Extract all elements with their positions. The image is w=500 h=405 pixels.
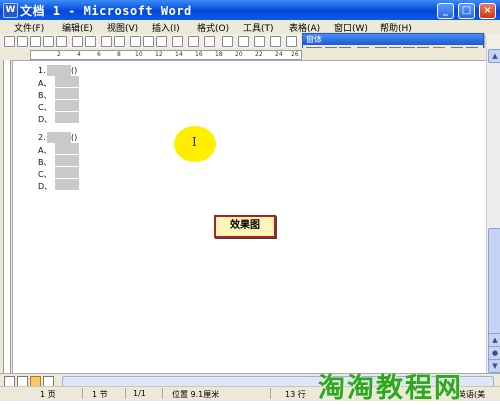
undo-icon[interactable] [188, 36, 199, 47]
option-d-field[interactable] [55, 179, 79, 190]
text-cursor-icon: I [192, 135, 197, 149]
effect-label: 效果图 [214, 215, 276, 238]
status-line: 13 行 [285, 390, 306, 399]
ruler-tick: 8 [117, 51, 121, 58]
status-separator [162, 388, 163, 399]
option-d-field[interactable] [55, 112, 79, 123]
ruler-tick: 20 [235, 51, 243, 58]
option-c-label: C、 [38, 103, 52, 112]
option-d-label: D、 [38, 182, 53, 191]
print-icon[interactable] [72, 36, 83, 47]
new-document-icon[interactable] [4, 36, 15, 47]
status-page-of: 1/1 [133, 389, 146, 398]
option-b-label: B、 [38, 158, 52, 167]
option-b-field[interactable] [55, 155, 79, 166]
option-d-label: D、 [38, 115, 53, 124]
insert-table-icon[interactable] [254, 36, 265, 47]
option-c-field[interactable] [55, 100, 79, 111]
menu-tools[interactable]: 工具(T) [243, 21, 274, 34]
paste-icon[interactable] [156, 36, 167, 47]
previous-page-button[interactable]: ▲ [488, 333, 500, 347]
question-2-number: 2. [38, 133, 46, 142]
option-a-field[interactable] [55, 76, 79, 87]
columns-icon[interactable] [270, 36, 281, 47]
menu-view[interactable]: 视图(V) [107, 21, 138, 34]
forms-toolbar-title[interactable]: 窗体 [303, 34, 483, 45]
vertical-scrollbar[interactable]: ▲ ▲ ● ▼ [486, 48, 500, 373]
question-1-number: 1. [38, 66, 46, 75]
ruler-tick: 26 [291, 51, 299, 58]
question-1-paren: () [71, 66, 78, 75]
window-title: 文档 1 - Microsoft Word [20, 4, 192, 18]
hyperlink-icon[interactable] [222, 36, 233, 47]
select-browse-object-button[interactable]: ● [488, 346, 500, 360]
research-icon[interactable] [114, 36, 125, 47]
option-c-field[interactable] [55, 167, 79, 178]
copy-icon[interactable] [143, 36, 154, 47]
status-separator [82, 388, 83, 399]
question-2-paren: () [71, 133, 78, 142]
maximize-button[interactable]: □ [458, 3, 475, 19]
cut-icon[interactable] [130, 36, 141, 47]
ruler-tick: 4 [77, 51, 81, 58]
option-c-label: C、 [38, 170, 52, 179]
vertical-ruler-track [3, 60, 11, 373]
save-icon[interactable] [30, 36, 41, 47]
minimize-button[interactable]: _ [437, 3, 454, 19]
menu-insert[interactable]: 插入(I) [152, 21, 180, 34]
site-watermark: 淘淘教程网 [318, 373, 463, 404]
ruler-tick: 22 [255, 51, 263, 58]
ruler-track[interactable]: 2 4 6 8 10 12 14 16 18 20 22 24 26 [30, 50, 302, 60]
question-1-answer-field[interactable] [47, 65, 71, 76]
spelling-icon[interactable] [101, 36, 112, 47]
redo-icon[interactable] [204, 36, 215, 47]
status-separator [270, 388, 271, 399]
question-2-answer-field[interactable] [47, 132, 71, 143]
horizontal-ruler[interactable]: 2 4 6 8 10 12 14 16 18 20 22 24 26 [0, 48, 500, 61]
drawing-icon[interactable] [286, 36, 297, 47]
print-preview-icon[interactable] [85, 36, 96, 47]
vertical-ruler[interactable] [0, 60, 13, 373]
menu-format[interactable]: 格式(O) [197, 21, 229, 34]
ruler-tick: 2 [57, 51, 61, 58]
open-icon[interactable] [17, 36, 28, 47]
ruler-tick: 10 [135, 51, 143, 58]
ruler-tick: 6 [97, 51, 101, 58]
option-a-label: A、 [38, 146, 52, 155]
cursor-highlight: I [174, 126, 216, 162]
option-b-field[interactable] [55, 88, 79, 99]
next-page-button[interactable]: ▼ [488, 359, 500, 373]
permission-icon[interactable] [43, 36, 54, 47]
ruler-tick: 12 [155, 51, 163, 58]
menu-edit[interactable]: 编辑(E) [62, 21, 93, 34]
email-icon[interactable] [56, 36, 67, 47]
status-page: 1 页 [40, 390, 56, 399]
word-icon[interactable]: W [3, 3, 18, 18]
tables-borders-icon[interactable] [238, 36, 249, 47]
format-painter-icon[interactable] [172, 36, 183, 47]
option-a-label: A、 [38, 79, 52, 88]
title-bar[interactable]: W 文档 1 - Microsoft Word _ □ × [0, 0, 500, 20]
option-a-field[interactable] [55, 143, 79, 154]
ruler-tick: 14 [175, 51, 183, 58]
status-section: 1 节 [92, 390, 108, 399]
status-position: 位置 9.1厘米 [172, 390, 220, 399]
menu-file[interactable]: 文件(F) [14, 21, 44, 34]
option-b-label: B、 [38, 91, 52, 100]
status-separator [125, 388, 126, 399]
ruler-tick: 16 [195, 51, 203, 58]
ruler-tick: 18 [215, 51, 223, 58]
scroll-up-button[interactable]: ▲ [488, 49, 500, 63]
close-button[interactable]: × [479, 3, 496, 19]
ruler-tick: 24 [275, 51, 283, 58]
